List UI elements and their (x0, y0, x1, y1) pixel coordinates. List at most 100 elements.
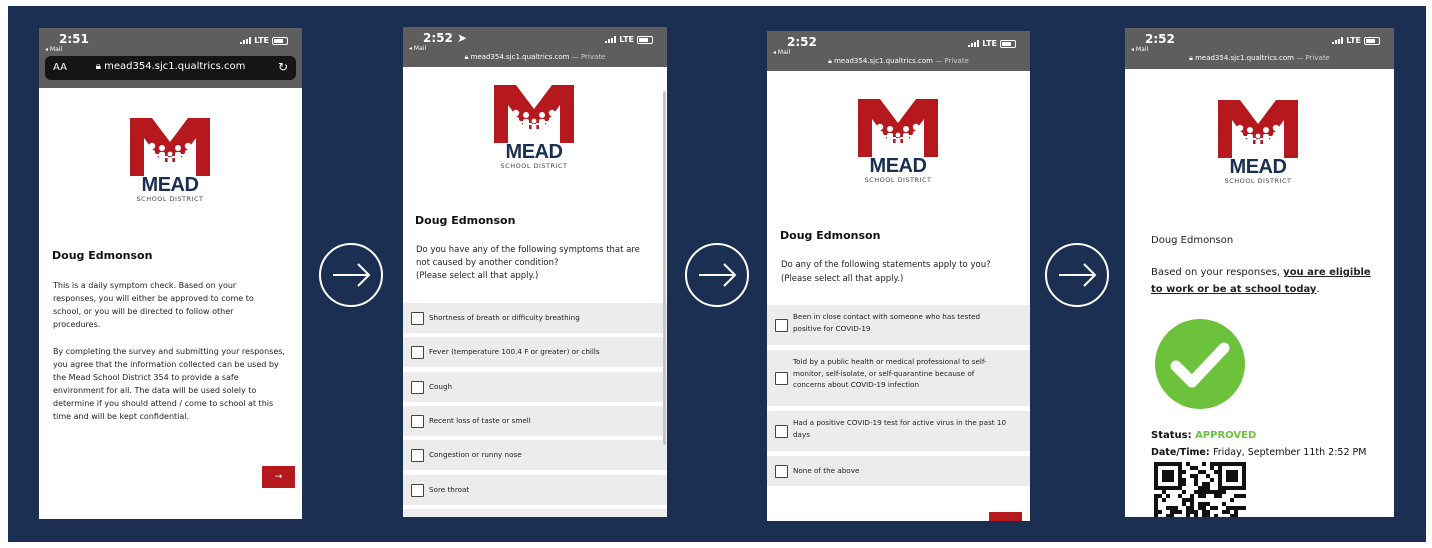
phone-screen-statements: 2:52 ◂ Mail LTE 🔒︎ mead354.sjc1.qualtric… (767, 31, 1030, 521)
battery-icon (1364, 36, 1380, 45)
checkbox-option[interactable]: Told by a public health or medical profe… (767, 350, 1030, 406)
checkbox-option[interactable]: Fever (temperature 100.4 F or greater) o… (403, 337, 667, 367)
phone-screen-intro: 2:51 ◂ Mail LTE AA 🔒︎ mead354.sjc1.qualt… (39, 28, 302, 519)
checkbox[interactable] (775, 372, 788, 385)
checkbox[interactable] (411, 449, 424, 462)
logo-subtitle: SCHOOL DISTRICT (864, 176, 932, 184)
checkbox-option[interactable]: None of the above (767, 456, 1030, 486)
status-time: 2:52 (787, 35, 817, 49)
private-label: — Private (935, 57, 969, 65)
logo-subtitle: SCHOOL DISTRICT (500, 162, 568, 170)
eligibility-prefix: Based on your responses, (1151, 267, 1284, 278)
checkbox-option[interactable]: Sore throat (403, 475, 667, 505)
logo-wordmark: MEAD (1229, 156, 1287, 178)
qr-code-icon (1154, 462, 1246, 517)
url-value: mead354.sjc1.qualtrics.com (104, 61, 246, 72)
checkbox[interactable] (411, 484, 424, 497)
checkbox[interactable] (411, 346, 424, 359)
status-bar: 2:52 ➤ ◂ Mail LTE 🔒︎ mead354.sjc1.qualtr… (403, 27, 667, 67)
url-text[interactable]: 🔒︎ mead354.sjc1.qualtrics.com — Private (1125, 54, 1394, 63)
network-label: LTE (1346, 36, 1361, 45)
checkbox[interactable] (775, 465, 788, 478)
battery-icon (637, 35, 653, 44)
signal-indicator: LTE (240, 36, 288, 45)
reload-icon[interactable]: ↻ (278, 60, 288, 74)
status-badge: APPROVED (1195, 430, 1257, 441)
mead-logo: MEAD SCHOOL DISTRICT (130, 118, 210, 203)
url-value: mead354.sjc1.qualtrics.com (1195, 54, 1294, 62)
user-name: Doug Edmonson (415, 214, 516, 227)
status-bar: 2:52 ◂ Mail LTE 🔒︎ mead354.sjc1.qualtric… (767, 31, 1030, 71)
back-to-mail-link[interactable]: ◂ Mail (409, 45, 426, 52)
checkbox[interactable] (411, 415, 424, 428)
back-to-mail-link[interactable]: ◂ Mail (45, 46, 62, 53)
checkbox[interactable] (411, 312, 424, 325)
url-text: 🔒︎ mead354.sjc1.qualtrics.com (45, 61, 296, 72)
user-name: Doug Edmonson (1151, 235, 1234, 246)
checkbox-option[interactable]: Nausea, vomiting or diarrhea (403, 509, 667, 517)
url-value: mead354.sjc1.qualtrics.com (470, 53, 570, 61)
signal-bars-icon (605, 36, 617, 43)
checkbox-option[interactable]: Congestion or runny nose (403, 440, 667, 470)
address-bar[interactable]: AA 🔒︎ mead354.sjc1.qualtrics.com ↻ (45, 56, 296, 80)
status-line: Status: APPROVED (1151, 430, 1256, 441)
signal-indicator: LTE (968, 39, 1016, 48)
next-button[interactable] (989, 512, 1022, 521)
checkbox[interactable] (775, 319, 788, 332)
network-label: LTE (982, 39, 997, 48)
question-text: Do any of the following statements apply… (781, 260, 991, 270)
status-time: 2:52 (1145, 32, 1175, 46)
checkbox-label: Shortness of breath or difficulty breath… (429, 313, 580, 322)
url-text[interactable]: 🔒︎ mead354.sjc1.qualtrics.com — Private (767, 57, 1030, 66)
status-label: Status: (1151, 430, 1196, 441)
back-to-mail-link[interactable]: ◂ Mail (1131, 46, 1148, 53)
mead-m-emblem-icon (858, 99, 938, 157)
checkbox-label: Sore throat (429, 485, 470, 494)
mead-m-emblem-icon (494, 85, 574, 143)
mead-m-emblem-icon (130, 118, 210, 176)
signal-bars-icon (968, 40, 980, 47)
intro-paragraph-2: By completing the survey and submitting … (53, 347, 285, 421)
checkbox[interactable] (411, 381, 424, 394)
logo-subtitle: SCHOOL DISTRICT (136, 195, 204, 203)
private-label: — Private (1296, 54, 1330, 62)
next-button[interactable]: → (262, 466, 295, 488)
signal-bars-icon (1332, 37, 1344, 44)
checkbox-option[interactable]: Cough (403, 372, 667, 402)
user-name: Doug Edmonson (780, 229, 881, 242)
signal-bars-icon (240, 37, 252, 44)
checkbox-label: Been in close contact with someone who h… (793, 312, 981, 333)
scrollbar[interactable] (663, 91, 666, 445)
arrow-right-icon (1045, 243, 1109, 307)
status-bar: 2:51 ◂ Mail LTE AA 🔒︎ mead354.sjc1.qualt… (39, 28, 302, 88)
checkbox-option[interactable]: Had a positive COVID-19 test for active … (767, 411, 1030, 451)
arrow-right-icon (319, 243, 383, 307)
lock-icon: 🔒︎ (95, 61, 105, 72)
question-text: Do you have any of the following symptom… (416, 245, 640, 268)
signal-indicator: LTE (605, 35, 653, 44)
eligibility-suffix: . (1316, 284, 1320, 295)
mead-m-emblem-icon (1218, 100, 1298, 158)
checkbox-label: Recent loss of taste or smell (429, 416, 531, 425)
url-text[interactable]: 🔒︎ mead354.sjc1.qualtrics.com — Private (403, 53, 667, 62)
logo-wordmark: MEAD (869, 155, 927, 177)
checkbox-option[interactable]: Shortness of breath or difficulty breath… (403, 303, 667, 333)
back-to-mail-link[interactable]: ◂ Mail (773, 49, 790, 56)
checkbox-option[interactable]: Recent loss of taste or smell (403, 406, 667, 436)
user-name: Doug Edmonson (52, 249, 153, 262)
logo-subtitle: SCHOOL DISTRICT (1224, 177, 1292, 185)
network-label: LTE (619, 35, 634, 44)
approved-check-icon (1155, 319, 1245, 409)
status-bar: 2:52 ◂ Mail LTE 🔒︎ mead354.sjc1.qualtric… (1125, 28, 1394, 69)
status-time: 2:51 (59, 32, 89, 46)
presentation-background: 2:51 ◂ Mail LTE AA 🔒︎ mead354.sjc1.qualt… (8, 6, 1426, 542)
mead-logo: MEAD SCHOOL DISTRICT (858, 99, 938, 184)
phone-screen-symptoms: 2:52 ➤ ◂ Mail LTE 🔒︎ mead354.sjc1.qualtr… (403, 27, 667, 517)
logo-wordmark: MEAD (141, 174, 199, 196)
question-hint: (Please select all that apply.) (781, 274, 904, 284)
question-hint: (Please select all that apply.) (416, 271, 539, 281)
checkbox-option[interactable]: Been in close contact with someone who h… (767, 305, 1030, 345)
checkbox-label: Congestion or runny nose (429, 450, 522, 459)
checkbox[interactable] (775, 425, 788, 438)
intro-paragraph-1: This is a daily symptom check. Based on … (53, 281, 254, 329)
